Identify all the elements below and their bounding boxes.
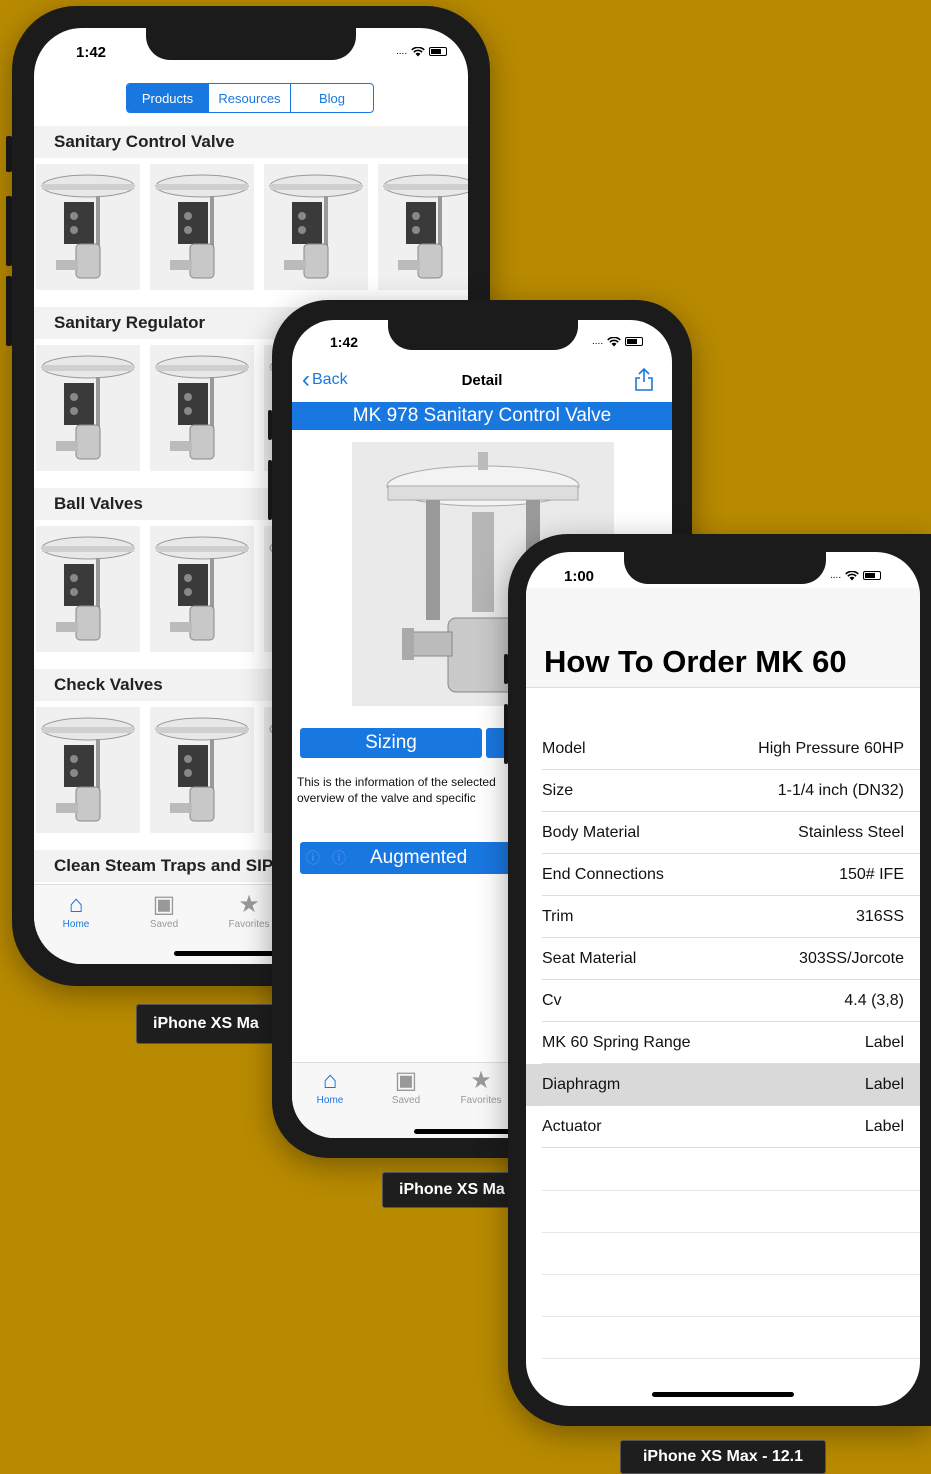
tab-saved[interactable]: ▣ Saved <box>144 891 184 930</box>
empty-row-separator <box>542 1358 920 1359</box>
header-area: How To Order MK 60 <box>526 588 920 688</box>
floppy-icon: ▣ <box>394 1067 418 1094</box>
tab-favorites[interactable]: ★ Favorites <box>456 1067 506 1106</box>
floppy-icon: ▣ <box>152 891 176 918</box>
table-row[interactable]: MK 60 Spring Range Label <box>526 1022 920 1064</box>
product-thumbnail[interactable] <box>150 164 254 290</box>
phone3-screen: 1:00 .... How To Order MK 60 Model High P… <box>526 552 920 1406</box>
info-icon[interactable]: ⓘ <box>326 848 352 868</box>
nav-bar: ‹ Back Detail <box>292 366 672 400</box>
table-row-selected[interactable]: Diaphragm Label <box>526 1064 920 1106</box>
device-label: iPhone XS Ma <box>136 1004 286 1044</box>
segment-products[interactable]: Products <box>127 84 209 112</box>
product-thumbnail[interactable] <box>36 345 140 471</box>
tab-home[interactable]: ⌂ Home <box>310 1067 350 1106</box>
table-row[interactable]: Size 1-1/4 inch (DN32) <box>526 770 920 812</box>
product-thumbnail[interactable] <box>36 707 140 833</box>
product-row <box>34 164 468 290</box>
home-indicator <box>652 1392 794 1397</box>
segment-resources[interactable]: Resources <box>209 84 291 112</box>
augmented-button[interactable]: Augmented <box>352 847 467 869</box>
product-thumbnail[interactable] <box>36 164 140 290</box>
large-title: How To Order MK 60 <box>544 644 847 679</box>
battery-icon <box>625 337 644 346</box>
star-icon: ★ <box>238 891 260 918</box>
phone-order: 1:00 .... How To Order MK 60 Model High P… <box>504 534 931 1426</box>
table-row[interactable]: Cv 4.4 (3,8) <box>526 980 920 1022</box>
augmented-bar: ⓘ ⓘ Augmented <box>300 842 510 874</box>
product-thumbnail[interactable] <box>150 707 254 833</box>
wifi-icon <box>607 336 621 346</box>
table-row[interactable]: Body Material Stainless Steel <box>526 812 920 854</box>
empty-row-separator <box>542 1190 920 1191</box>
tab-favorites[interactable]: ★ Favorites <box>224 891 274 930</box>
device-label: iPhone XS Max - 12.1 <box>620 1440 826 1474</box>
house-icon: ⌂ <box>68 891 84 918</box>
table-row[interactable]: End Connections 150# IFE <box>526 854 920 896</box>
status-icons: .... <box>396 46 448 57</box>
status-time: 1:42 <box>76 44 107 61</box>
section-header: Sanitary Control Valve <box>34 126 468 158</box>
description-text: This is the information of the selected … <box>297 775 496 805</box>
product-thumbnail[interactable] <box>150 526 254 652</box>
house-icon: ⌂ <box>322 1067 338 1094</box>
empty-row-separator <box>542 1316 920 1317</box>
status-icons: .... <box>592 336 644 347</box>
tab-saved[interactable]: ▣ Saved <box>386 1067 426 1106</box>
star-icon: ★ <box>470 1067 492 1094</box>
empty-row-separator <box>542 1274 920 1275</box>
sizing-button[interactable]: Sizing <box>300 728 482 758</box>
info-icon[interactable]: ⓘ <box>300 848 326 868</box>
product-title-bar: MK 978 Sanitary Control Valve <box>292 402 672 430</box>
product-thumbnail[interactable] <box>378 164 468 290</box>
product-thumbnail[interactable] <box>150 345 254 471</box>
product-thumbnail[interactable] <box>36 526 140 652</box>
segment-blog[interactable]: Blog <box>291 84 373 112</box>
status-time: 1:00 <box>564 568 595 585</box>
segmented-control: Products Resources Blog <box>126 83 374 113</box>
table-row[interactable]: Model High Pressure 60HP <box>526 728 920 770</box>
battery-icon <box>863 571 882 580</box>
table-row[interactable]: Seat Material 303SS/Jorcote <box>526 938 920 980</box>
table-row[interactable]: Actuator Label <box>526 1106 920 1148</box>
table-row[interactable]: Trim 316SS <box>526 896 920 938</box>
status-time: 1:42 <box>330 334 359 350</box>
device-label: iPhone XS Ma <box>382 1172 522 1208</box>
status-icons: .... <box>830 570 882 581</box>
battery-icon <box>429 47 448 56</box>
tab-home[interactable]: ⌂ Home <box>56 891 96 930</box>
empty-row-separator <box>542 1232 920 1233</box>
wifi-icon <box>411 46 425 56</box>
product-thumbnail[interactable] <box>264 164 368 290</box>
nav-title: Detail <box>461 372 503 389</box>
share-icon[interactable] <box>634 366 654 392</box>
wifi-icon <box>845 570 859 580</box>
